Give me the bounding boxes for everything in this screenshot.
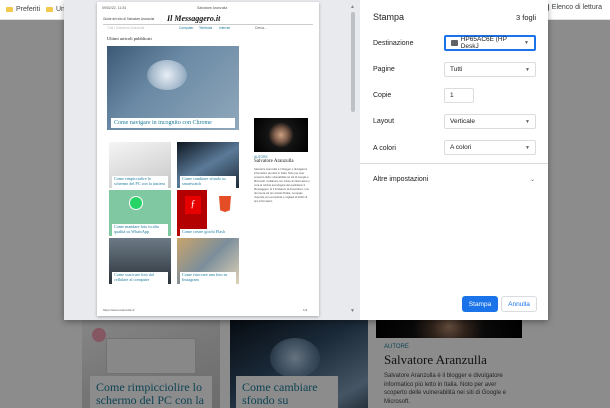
- chevron-down-icon: ⌄: [529, 177, 535, 183]
- destination-select[interactable]: HP65AC6E (HP DeskJ ▼: [444, 35, 536, 51]
- flash-icon: ƒ: [185, 196, 201, 214]
- pages-value: Tutti: [450, 66, 463, 73]
- preview-thumb: Come cambiare sfondo su smartwatch: [177, 142, 239, 188]
- color-value: A colori: [450, 144, 472, 151]
- print-button[interactable]: Stampa: [462, 296, 498, 312]
- color-select[interactable]: A colori ▼: [444, 140, 536, 155]
- preview-thumb-caption: Come ritoccare una foto su Instagram: [180, 272, 236, 284]
- print-preview: 09/02/22, 11:34 Salvatore Aranzulla Guid…: [64, 0, 360, 320]
- printer-icon: [451, 40, 458, 46]
- copies-label: Copie: [373, 92, 392, 99]
- print-dialog: 09/02/22, 11:34 Salvatore Aranzulla Guid…: [64, 0, 548, 320]
- more-settings-label: Altre impostazioni: [373, 176, 429, 183]
- chevron-down-icon: ▼: [524, 40, 529, 46]
- html5-icon: [219, 196, 231, 212]
- preview-search: Cerca...: [255, 26, 267, 30]
- folder-icon: [6, 7, 13, 12]
- folder-icon: [46, 7, 53, 12]
- chevron-down-icon: ▼: [525, 66, 530, 73]
- bookmark-label: Preferiti: [16, 6, 41, 13]
- preview-logo: Il Messaggero.it: [167, 14, 221, 23]
- layout-label: Layout: [373, 118, 395, 125]
- preview-thumb: Come rimpicciolire lo schermo del PC con…: [109, 142, 171, 188]
- preview-thumb: Come scaricare foto dal cellulare al com…: [109, 238, 171, 284]
- destination-label: Destinazione: [373, 40, 414, 47]
- sheet-count: 3 fogli: [515, 13, 536, 22]
- scroll-down-icon[interactable]: ▼: [350, 308, 355, 314]
- whatsapp-icon: [129, 196, 143, 210]
- preview-brand-line: Guide del sito di Salvatore Aranzulla: [103, 17, 155, 21]
- preview-date: 09/02/22, 11:34: [102, 6, 127, 10]
- preview-thumb-caption: Come creare giochi Flash: [180, 229, 236, 236]
- preview-hero-caption: Come navigare in incognito con Chrome: [111, 118, 235, 128]
- preview-author-photo: [254, 118, 308, 152]
- layout-value: Verticale: [450, 118, 475, 125]
- preview-section-title: Ultimi articoli pubblicati: [107, 36, 152, 41]
- scroll-up-icon[interactable]: ▲: [350, 4, 355, 10]
- preview-thumb-caption: Come rimpicciolire lo schermo del PC con…: [112, 176, 168, 188]
- cancel-button[interactable]: Annulla: [501, 296, 537, 312]
- print-settings-panel: Stampa 3 fogli Destinazione HP65AC6E (HP…: [360, 0, 548, 320]
- chevron-down-icon: ▼: [525, 144, 530, 151]
- bookmark-preferiti[interactable]: Preferiti: [6, 6, 40, 13]
- preview-sheet: 09/02/22, 11:34 Salvatore Aranzulla Guid…: [97, 2, 319, 316]
- preview-scrollbar[interactable]: ▲ ▼: [350, 4, 356, 314]
- preview-nav-faded: Tutti i Salvatore Aranzulla: [107, 26, 145, 30]
- settings-divider: [360, 163, 548, 164]
- laptop-screen-glow: [147, 60, 187, 90]
- preview-thumb-caption: Come scaricare foto dal cellulare al com…: [112, 272, 168, 284]
- scroll-thumb[interactable]: [351, 12, 355, 112]
- destination-value: HP65AC6E (HP DeskJ: [460, 36, 507, 50]
- preview-page-number: 1/3: [303, 308, 308, 312]
- preview-author-name: Salvatore Aranzulla: [254, 159, 294, 164]
- preview-nav: Tutti i Salvatore Aranzulla Computer Tel…: [103, 24, 313, 30]
- pages-label: Pagine: [373, 66, 395, 73]
- copies-input[interactable]: 1: [444, 88, 474, 103]
- preview-thumb: Come mandare foto in alta qualità su Wha…: [109, 190, 171, 236]
- chevron-down-icon: ▼: [525, 118, 530, 125]
- preview-author-bio: Salvatore Aranzulla è il blogger e divul…: [254, 168, 310, 204]
- print-title: Stampa: [373, 12, 405, 22]
- preview-header-title: Salvatore Aranzulla: [197, 6, 228, 10]
- preview-thumb: Come ritoccare una foto su Instagram: [177, 238, 239, 284]
- preview-nav-internet: Internet: [219, 26, 231, 30]
- layout-select[interactable]: Verticale ▼: [444, 114, 536, 129]
- preview-thumb: ƒ Come creare giochi Flash: [177, 190, 239, 236]
- reading-list-label: Elenco di lettura: [551, 4, 602, 11]
- pages-select[interactable]: Tutti ▼: [444, 62, 536, 77]
- preview-nav-telefonia: Telefonia: [199, 26, 213, 30]
- preview-url: https://www.aranzulla.it/: [103, 308, 135, 312]
- preview-thumb-caption: Come cambiare sfondo su smartwatch: [180, 176, 236, 188]
- preview-nav-computer: Computer: [179, 26, 194, 30]
- preview-thumb-caption: Come mandare foto in alta qualità su Wha…: [112, 224, 168, 236]
- color-label: A colori: [373, 145, 396, 152]
- more-settings-toggle[interactable]: Altre impostazioni ⌄: [373, 176, 535, 183]
- reading-list[interactable]: Elenco di lettura: [540, 4, 602, 11]
